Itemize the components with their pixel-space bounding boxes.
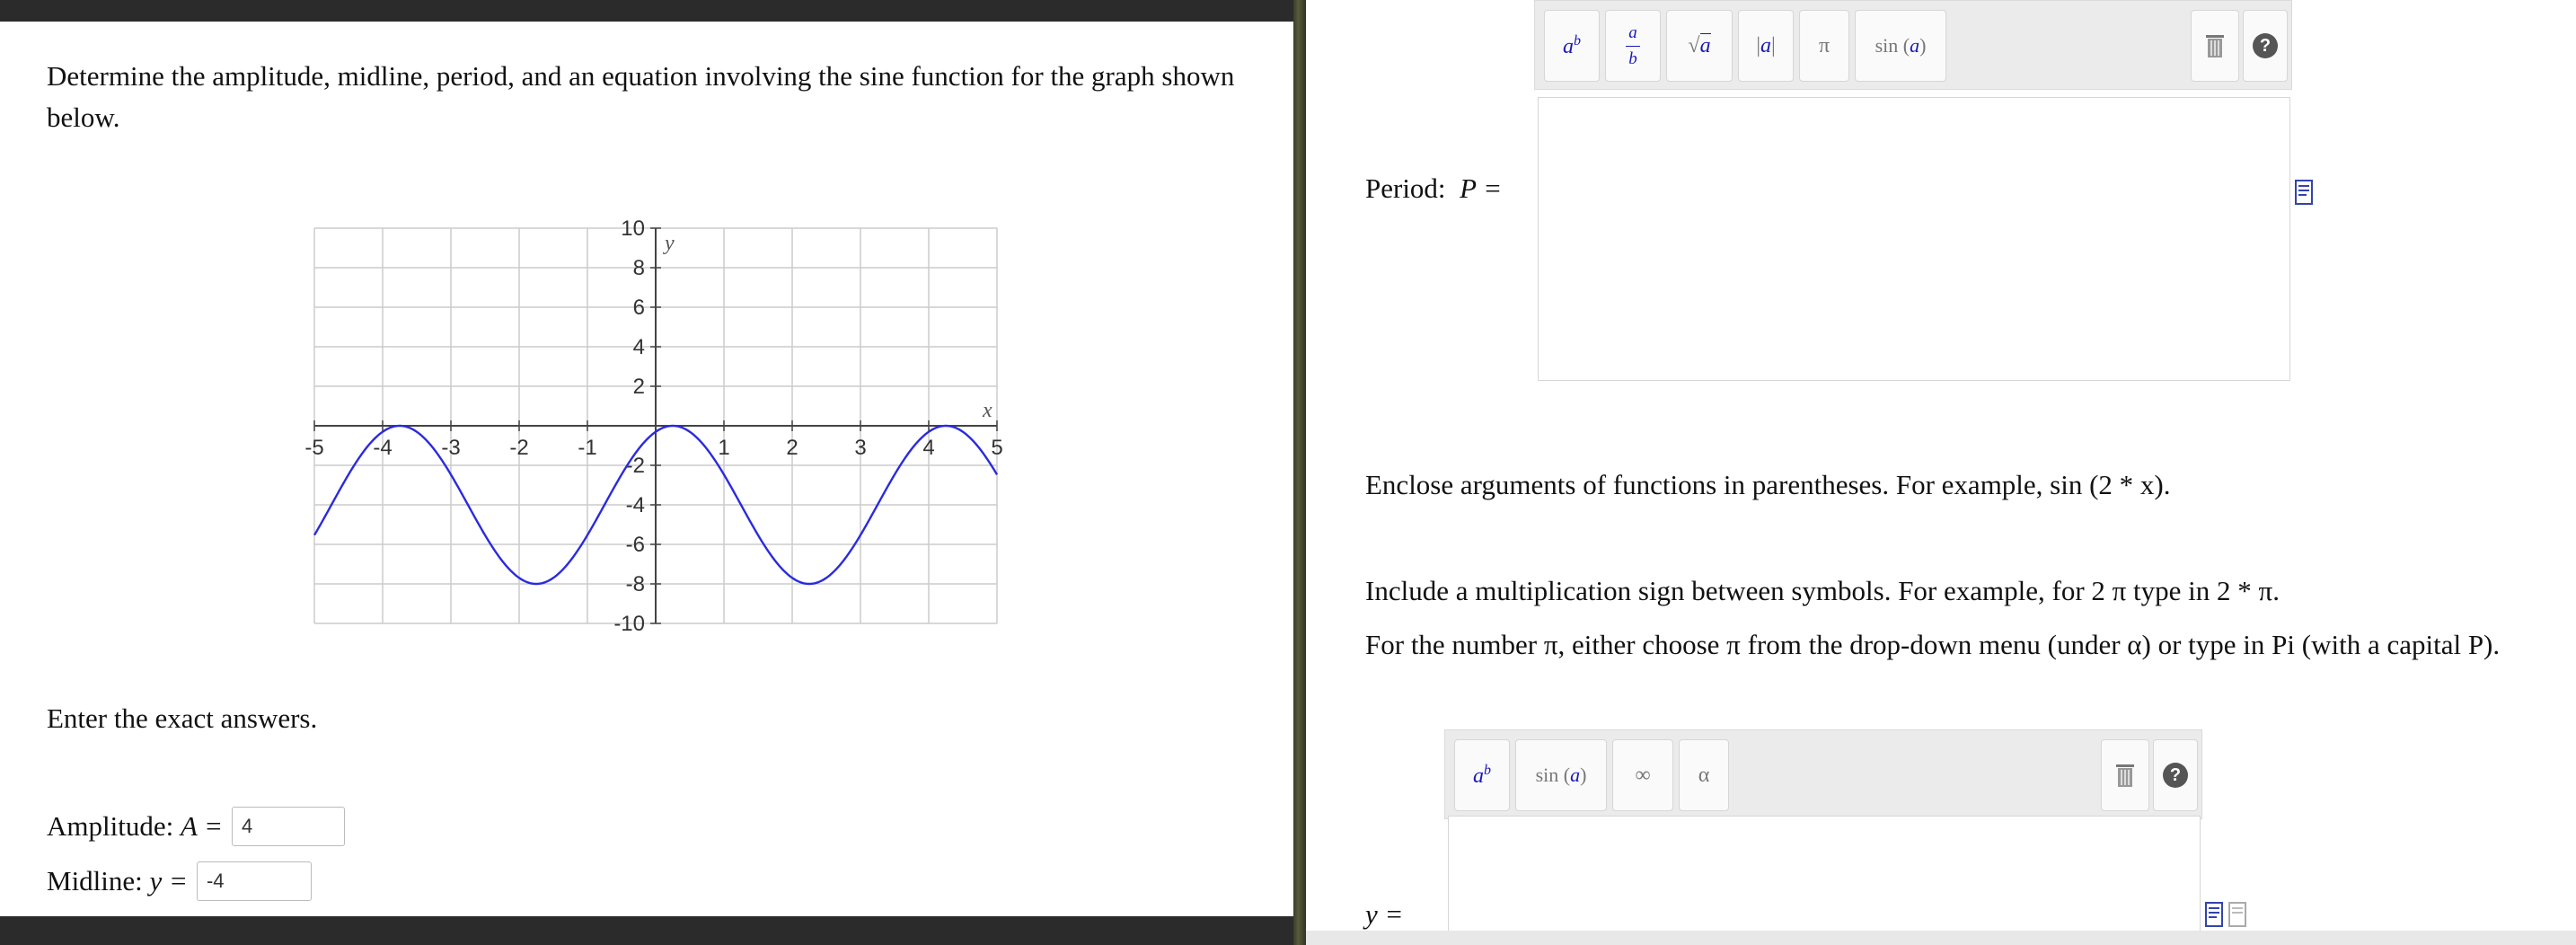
x-tick-label: 2 <box>786 436 798 460</box>
x-tick-label: -1 <box>578 436 596 460</box>
y-tick-label: 8 <box>633 256 645 280</box>
bottom-bar <box>0 916 1293 945</box>
x-tick-label: -3 <box>441 436 460 460</box>
help-icon: ? <box>2253 33 2278 58</box>
pi-button[interactable]: π <box>1799 10 1849 82</box>
enter-exact-text: Enter the exact answers. <box>47 702 318 734</box>
period-clear-button[interactable] <box>2191 10 2239 82</box>
equation-label: y = <box>1365 898 1404 930</box>
midline-label: Midline: y = <box>47 865 188 896</box>
x-tick-label: -5 <box>304 436 323 460</box>
midline-row: Midline: y = <box>47 861 312 901</box>
x-tick-label: 5 <box>991 436 1002 460</box>
x-tick-label: 4 <box>922 436 934 460</box>
fraction-button[interactable]: ab <box>1605 10 1661 82</box>
pane-divider[interactable] <box>1293 0 1306 945</box>
eq-help-button[interactable]: ? <box>2153 739 2198 811</box>
power-button[interactable]: ab <box>1544 10 1600 82</box>
amplitude-label: Amplitude: A = <box>47 810 224 842</box>
y-tick-label: -10 <box>613 612 645 636</box>
eq-power-button[interactable]: ab <box>1454 739 1510 811</box>
x-tick-label: -2 <box>509 436 528 460</box>
x-tick-label: 1 <box>718 436 729 460</box>
period-toolbar: ab ab √ a | a | π sin (a) ? <box>1534 0 2292 90</box>
alpha-button[interactable]: α <box>1679 739 1729 811</box>
y-tick-label: 4 <box>633 335 645 359</box>
top-bar <box>0 0 1293 22</box>
y-axis-label: y <box>663 232 675 255</box>
paste-icon[interactable] <box>2294 180 2314 205</box>
y-tick-label: 6 <box>633 296 645 320</box>
paste-icon[interactable] <box>2204 902 2224 927</box>
infinity-button[interactable]: ∞ <box>1612 739 1673 811</box>
help-icon: ? <box>2163 763 2188 788</box>
y-tick-label: -4 <box>626 493 645 517</box>
paste-alt-icon[interactable] <box>2228 902 2247 927</box>
trash-icon <box>2206 35 2224 57</box>
right-scrollbar-area[interactable] <box>1306 931 2576 945</box>
trash-icon <box>2116 764 2134 787</box>
eq-sin-button[interactable]: sin (a) <box>1515 739 1607 811</box>
abs-button[interactable]: | a | <box>1738 10 1794 82</box>
instruction-3: For the number π, either choose π from t… <box>1365 629 2501 660</box>
y-tick-label: -6 <box>626 533 645 557</box>
amplitude-input[interactable] <box>232 807 346 846</box>
x-axis-label: x <box>982 399 992 422</box>
instruction-1: Enclose arguments of functions in parent… <box>1365 469 2171 500</box>
sin-button[interactable]: sin (a) <box>1855 10 1946 82</box>
y-tick-label: -8 <box>626 572 645 596</box>
amplitude-row: Amplitude: A = <box>47 807 346 846</box>
y-tick-label: 2 <box>633 375 645 399</box>
sqrt-button[interactable]: √ a <box>1666 10 1733 82</box>
equation-editor[interactable] <box>1448 816 2201 931</box>
period-label: Period: P = <box>1365 172 1503 204</box>
x-tick-label: 3 <box>854 436 866 460</box>
question-text: Determine the amplitude, midline, period… <box>47 60 1235 133</box>
equation-toolbar: ab sin (a) ∞ α ? <box>1444 729 2202 819</box>
period-editor[interactable] <box>1538 97 2290 381</box>
right-pane: ab ab √ a | a | π sin (a) ? Period: P = Enc… <box>1306 0 2576 931</box>
eq-clear-button[interactable] <box>2101 739 2149 811</box>
instruction-2: Include a multiplication sign between sy… <box>1365 575 2280 606</box>
midline-input[interactable] <box>196 861 312 901</box>
graph-axes <box>314 228 997 623</box>
y-tick-label: -2 <box>626 454 645 478</box>
sine-graph: -5 -4 -3 -2 -1 1 2 3 4 5 10 8 6 4 2 -2 -4 -6 -8 -10 x y <box>304 216 1002 636</box>
left-pane: Determine the amplitude, midline, period… <box>0 22 1293 916</box>
y-tick-label: 10 <box>621 216 645 241</box>
x-tick-label: -4 <box>373 436 392 460</box>
period-help-button[interactable]: ? <box>2243 10 2288 82</box>
